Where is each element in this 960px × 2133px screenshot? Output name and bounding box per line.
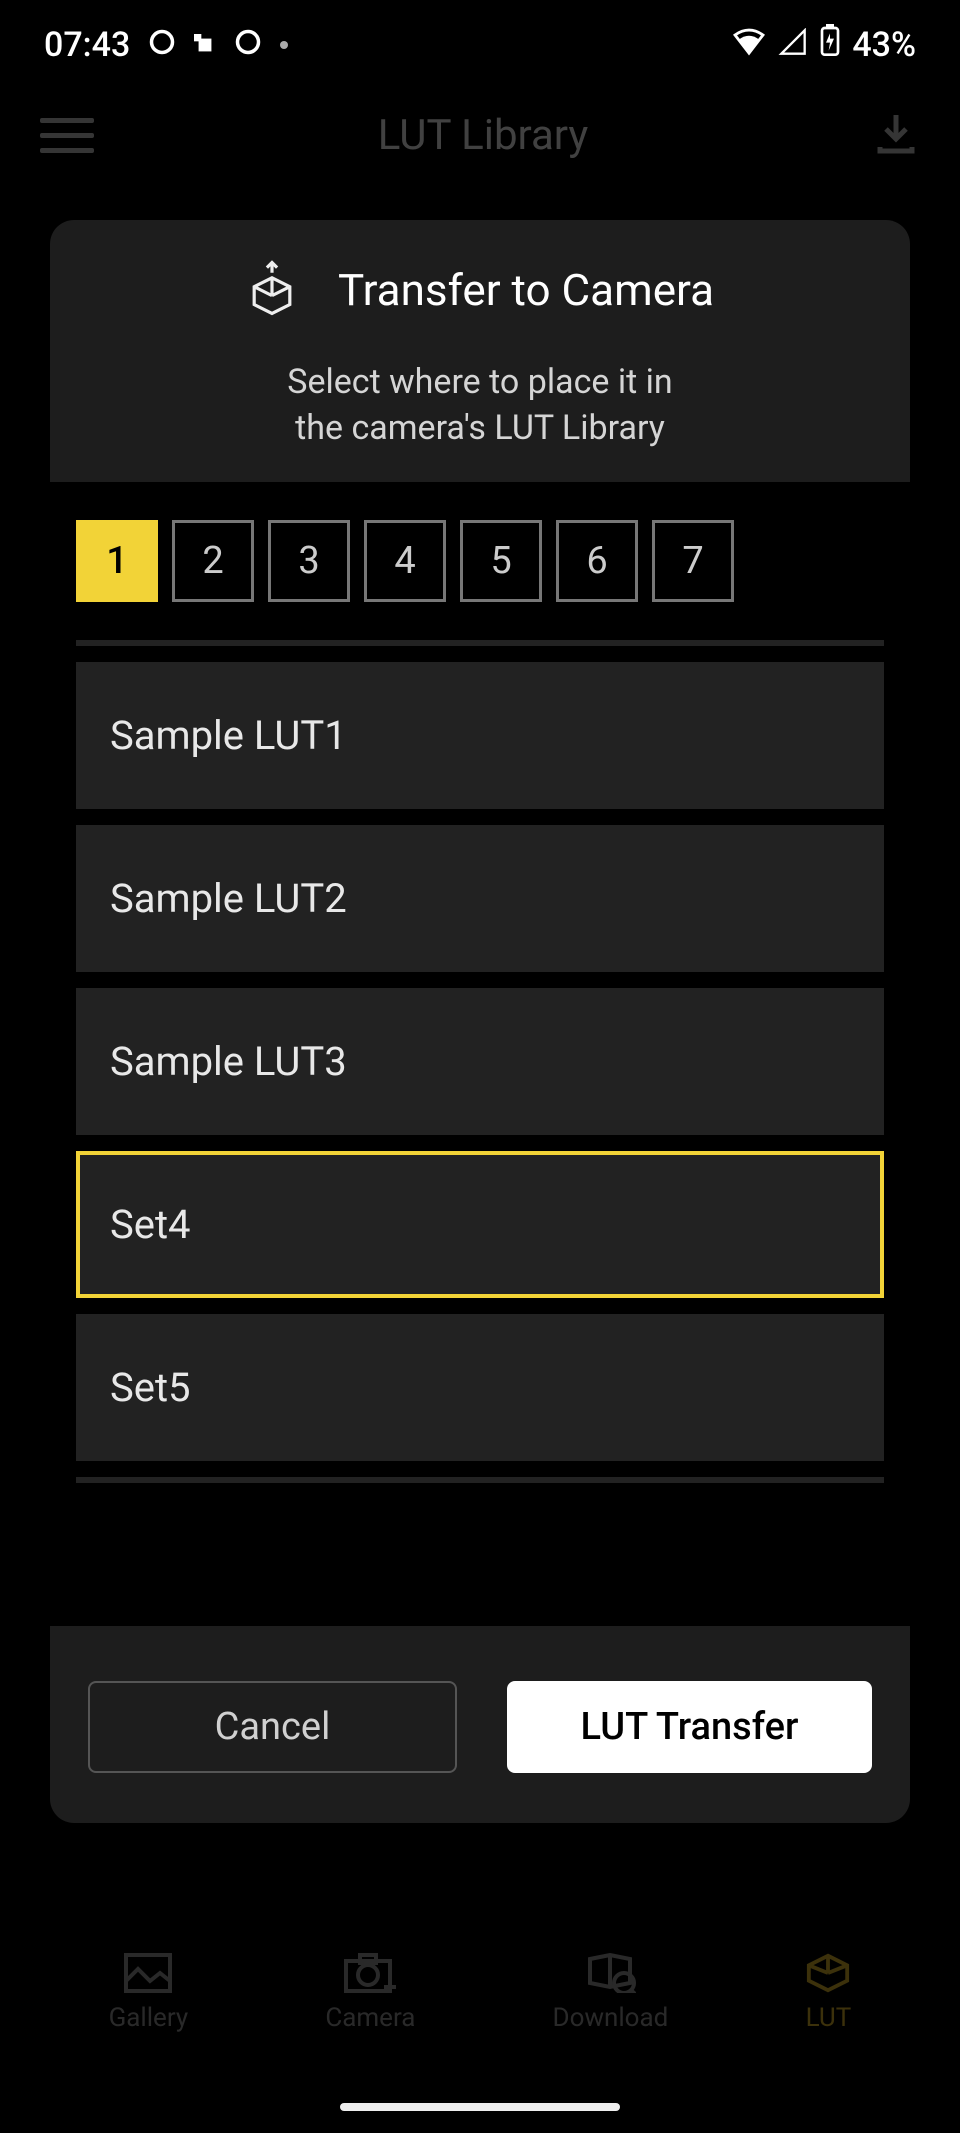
tab-4[interactable]: 4 bbox=[364, 520, 446, 602]
status-bar: 07:43 43% bbox=[0, 0, 960, 89]
modal-header: Transfer to Camera Select where to place… bbox=[50, 220, 910, 482]
nav-label: Download bbox=[553, 2003, 669, 2033]
modal-footer: Cancel LUT Transfer bbox=[50, 1626, 910, 1823]
tab-1[interactable]: 1 bbox=[76, 520, 158, 602]
battery-icon bbox=[820, 24, 840, 65]
modal-subtitle-line1: Select where to place it in bbox=[287, 362, 672, 402]
app-header: LUT Library bbox=[0, 89, 960, 191]
circle-icon bbox=[234, 25, 262, 65]
square-icon bbox=[194, 25, 216, 65]
status-left: 07:43 bbox=[44, 25, 288, 65]
tab-3[interactable]: 3 bbox=[268, 520, 350, 602]
dot-icon bbox=[280, 41, 288, 49]
tab-7[interactable]: 7 bbox=[652, 520, 734, 602]
circle-icon bbox=[148, 25, 176, 65]
list-edge-top bbox=[76, 640, 884, 646]
signal-icon bbox=[778, 25, 808, 65]
transfer-modal: Transfer to Camera Select where to place… bbox=[50, 220, 910, 1823]
slot-item[interactable]: Set5 bbox=[76, 1314, 884, 1461]
menu-icon[interactable] bbox=[40, 118, 94, 153]
nav-label: Camera bbox=[325, 2003, 415, 2033]
nav-label: LUT bbox=[806, 2003, 852, 2033]
transfer-button[interactable]: LUT Transfer bbox=[507, 1681, 872, 1773]
list-edge-bottom bbox=[76, 1477, 884, 1483]
slot-list[interactable]: Sample LUT1 Sample LUT2 Sample LUT3 Set4… bbox=[50, 632, 910, 1626]
tab-5[interactable]: 5 bbox=[460, 520, 542, 602]
home-indicator[interactable] bbox=[340, 2103, 620, 2111]
tab-2[interactable]: 2 bbox=[172, 520, 254, 602]
slot-item-selected[interactable]: Set4 bbox=[76, 1151, 884, 1298]
cancel-button[interactable]: Cancel bbox=[88, 1681, 457, 1773]
download-icon[interactable] bbox=[872, 109, 920, 161]
modal-subtitle-line2: the camera's LUT Library bbox=[295, 408, 665, 448]
nav-lut[interactable]: LUT bbox=[805, 1953, 851, 2033]
modal-title-row: Transfer to Camera bbox=[246, 260, 714, 320]
slot-item[interactable]: Sample LUT3 bbox=[76, 988, 884, 1135]
nav-download[interactable]: Download bbox=[553, 1953, 669, 2033]
tab-6[interactable]: 6 bbox=[556, 520, 638, 602]
battery-percent: 43% bbox=[852, 25, 916, 65]
slot-item[interactable]: Sample LUT1 bbox=[76, 662, 884, 809]
nav-gallery[interactable]: Gallery bbox=[109, 1953, 189, 2033]
slot-item[interactable]: Sample LUT2 bbox=[76, 825, 884, 972]
nav-label: Gallery bbox=[109, 2003, 189, 2033]
cube-upload-icon bbox=[246, 260, 298, 320]
status-right: 43% bbox=[732, 24, 916, 65]
wifi-icon bbox=[732, 25, 766, 65]
tabs-strip: 1 2 3 4 5 6 7 bbox=[50, 490, 910, 632]
modal-title: Transfer to Camera bbox=[338, 264, 714, 316]
status-time: 07:43 bbox=[44, 25, 130, 65]
modal-subtitle: Select where to place it in the camera's… bbox=[287, 360, 672, 452]
tabs-container: 1 2 3 4 5 6 7 bbox=[50, 482, 910, 632]
nav-camera[interactable]: Camera bbox=[325, 1953, 415, 2033]
page-title: LUT Library bbox=[94, 111, 872, 160]
bottom-nav: Gallery Camera Download LUT bbox=[0, 1943, 960, 2043]
